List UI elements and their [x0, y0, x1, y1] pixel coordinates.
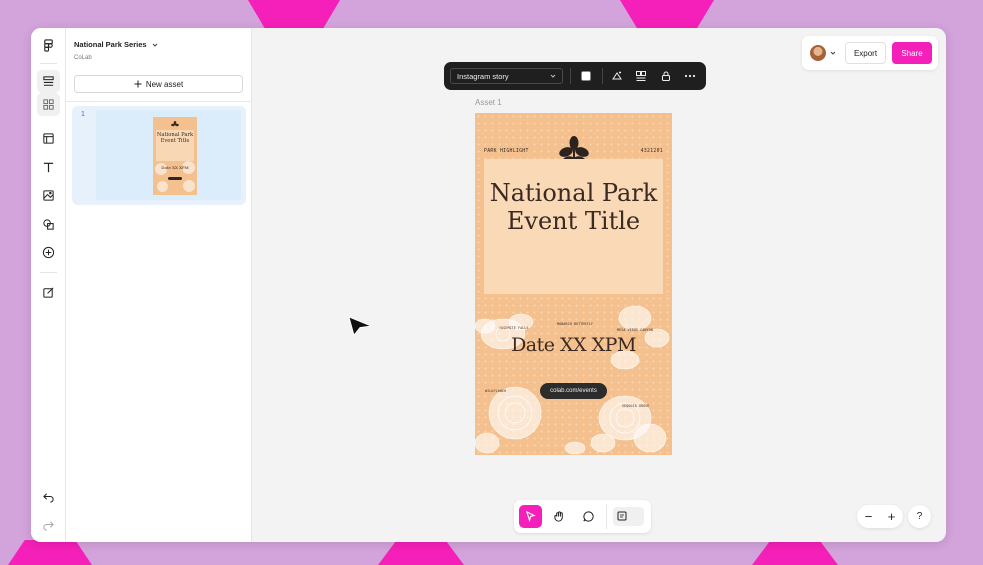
avatar[interactable] — [810, 45, 826, 61]
magic-fill-icon[interactable] — [610, 69, 624, 83]
assets-panel: National Park Series CoLab New asset 1 N… — [66, 28, 252, 542]
logo-icon[interactable] — [37, 34, 60, 57]
project-title-label: National Park Series — [74, 40, 147, 49]
poster-title-box: National Park Event Title — [484, 159, 663, 294]
asset-label: Asset 1 — [475, 98, 502, 107]
background-shape — [8, 540, 92, 565]
leaf-logo-icon — [171, 121, 179, 127]
poster-url: colab.com/events — [540, 383, 607, 399]
divider — [40, 272, 57, 273]
divider — [606, 504, 607, 529]
chevron-down-icon — [550, 74, 556, 78]
divider — [66, 101, 251, 102]
edit-icon[interactable] — [37, 281, 60, 304]
chevron-down-icon — [152, 43, 157, 47]
lock-icon[interactable] — [659, 69, 673, 83]
chevron-down-icon[interactable] — [829, 49, 837, 57]
help-button[interactable]: ? — [908, 505, 931, 528]
layout-grid-icon[interactable] — [634, 69, 648, 83]
redo-icon[interactable] — [37, 513, 60, 536]
new-asset-button[interactable]: New asset — [74, 75, 243, 93]
project-title[interactable]: National Park Series — [74, 40, 158, 49]
bottom-toolbar — [514, 500, 651, 533]
view-toggle[interactable] — [613, 507, 644, 526]
shapes-icon[interactable] — [37, 213, 60, 236]
background-shape — [620, 0, 714, 28]
new-asset-label: New asset — [145, 79, 184, 89]
project-subtitle: CoLab — [74, 55, 92, 61]
background-shape — [378, 542, 464, 565]
poster-top-left: PARK HIGHLIGHT — [484, 149, 529, 154]
select-tool-icon[interactable] — [519, 505, 542, 528]
thumb-title: National Park Event Title — [156, 132, 194, 145]
text-icon[interactable] — [37, 156, 60, 179]
zoom-in-button[interactable]: + — [880, 505, 903, 528]
zoom-controls: − + — [857, 505, 903, 528]
format-select[interactable]: Instagram story — [450, 68, 563, 84]
poster-top-right: 4321201 — [640, 149, 663, 154]
layers-icon[interactable] — [37, 70, 60, 93]
divider — [40, 63, 57, 64]
poster-tag: MONARCH BUTTERFLY — [557, 322, 594, 326]
asset-number: 1 — [81, 111, 85, 118]
thumb-url-pill — [168, 177, 182, 180]
hand-tool-icon[interactable] — [548, 505, 571, 528]
divider — [570, 68, 571, 84]
asset-card[interactable]: 1 National Park Event Title Date XX XPM — [72, 106, 246, 205]
template-icon[interactable] — [37, 127, 60, 150]
icon-rail — [31, 28, 66, 542]
format-select-value: Instagram story — [457, 71, 509, 81]
background-shape — [248, 0, 340, 28]
pointer-cursor-icon — [348, 316, 372, 336]
image-icon[interactable] — [37, 184, 60, 207]
poster-tag: WILDFLOWER — [485, 389, 507, 393]
comment-tool-icon[interactable] — [577, 505, 600, 528]
poster-artboard[interactable]: PARK HIGHLIGHT 4321201 National Park Eve… — [475, 113, 672, 455]
asset-thumbnail-frame: National Park Event Title Date XX XPM — [96, 110, 241, 200]
more-icon[interactable] — [683, 69, 697, 83]
plus-icon — [134, 80, 142, 88]
flower-illustration — [157, 181, 168, 192]
widget-icon — [617, 511, 627, 521]
add-icon[interactable] — [37, 241, 60, 264]
export-button[interactable]: Export — [845, 42, 886, 64]
undo-icon[interactable] — [37, 485, 60, 508]
thumb-date: Date XX XPM — [161, 165, 189, 170]
app-window: National Park Series CoLab New asset 1 N… — [31, 28, 946, 542]
flower-illustration — [183, 180, 195, 192]
poster-title: National Park Event Title — [489, 179, 658, 235]
assets-grid-icon[interactable] — [37, 93, 60, 116]
poster-tag: YOSEMITE FALLS — [499, 326, 529, 330]
background-color-icon[interactable] — [579, 69, 593, 83]
context-toolbar: Instagram story — [444, 62, 706, 90]
poster-date: Date XX XPM — [511, 334, 636, 356]
share-button[interactable]: Share — [892, 42, 932, 64]
background-shape — [752, 542, 838, 565]
poster-tag: MESA VERDE CANYON — [617, 328, 654, 332]
divider — [602, 68, 603, 84]
share-controls: Export Share — [802, 36, 938, 70]
asset-thumbnail: National Park Event Title Date XX XPM — [153, 117, 197, 195]
zoom-out-button[interactable]: − — [857, 505, 880, 528]
poster-tag: SEQUOIA GROVE — [622, 404, 650, 408]
